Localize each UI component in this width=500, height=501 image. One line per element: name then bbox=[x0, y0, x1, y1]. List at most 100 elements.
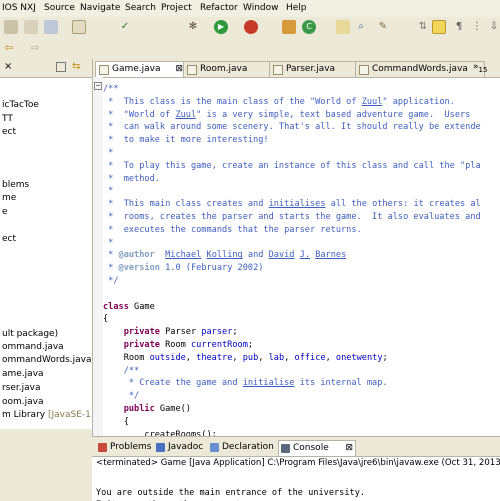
tree-item[interactable]: me bbox=[2, 193, 16, 203]
new-java-class-icon[interactable] bbox=[72, 20, 86, 34]
code-token: ; bbox=[247, 339, 254, 350]
search-icon[interactable]: ⌕ bbox=[354, 20, 368, 34]
code-token: David bbox=[268, 250, 295, 261]
code-token: J. bbox=[299, 250, 311, 261]
menu-item-navigate[interactable]: Navigate bbox=[80, 3, 120, 13]
source-code[interactable]: /** * This class is the main class of th… bbox=[103, 83, 500, 436]
tree-item-file[interactable]: ommandWords.java bbox=[2, 355, 92, 365]
tab-problems[interactable]: Problems bbox=[96, 440, 158, 455]
save-all-icon[interactable] bbox=[4, 20, 18, 34]
show-whitespace-icon[interactable]: ¶ bbox=[452, 20, 466, 34]
close-icon[interactable]: × bbox=[4, 61, 12, 72]
code-line: * This main class creates and initialise… bbox=[103, 198, 500, 211]
console-icon bbox=[281, 444, 290, 453]
code-token: lab bbox=[268, 352, 285, 363]
open-icon[interactable] bbox=[44, 20, 58, 34]
code-line: /** bbox=[103, 365, 500, 378]
close-icon[interactable]: ⊠ bbox=[175, 62, 183, 77]
code-line: * To play this game, create an instance … bbox=[103, 160, 500, 173]
tab-game-java[interactable]: Game.java ⊠ bbox=[95, 61, 187, 77]
code-token: , bbox=[258, 352, 269, 363]
menu-item-refactor[interactable]: Refactor bbox=[200, 3, 238, 13]
toggle-mark-occurrences-icon[interactable]: ⇅ bbox=[416, 20, 430, 34]
tree-item[interactable]: TT bbox=[2, 114, 13, 124]
tab-javadoc[interactable]: Javadoc bbox=[154, 440, 216, 455]
highlight-icon[interactable] bbox=[432, 20, 446, 34]
next-annotation-icon[interactable]: ⇩ bbox=[487, 20, 500, 34]
left-bottom-area bbox=[0, 429, 92, 500]
fold-icon[interactable]: − bbox=[94, 82, 102, 90]
package-explorer-header: × ⇆ bbox=[0, 59, 92, 78]
menu-item-source[interactable]: Source bbox=[44, 3, 75, 13]
tree-item-file[interactable]: oom.java bbox=[2, 397, 44, 407]
code-token: Room bbox=[103, 352, 150, 363]
tree-item-file[interactable]: ommand.java bbox=[2, 342, 64, 352]
external-tools-icon[interactable] bbox=[244, 20, 258, 34]
overflow-tabs[interactable]: »15 bbox=[473, 62, 487, 74]
code-token: , bbox=[325, 352, 336, 363]
code-token: onetwenty bbox=[335, 352, 383, 363]
tab-commandwords-java[interactable]: CommandWords.java bbox=[355, 61, 485, 77]
code-token: { bbox=[103, 416, 129, 427]
tree-item[interactable]: blems bbox=[2, 180, 29, 190]
code-token: * bbox=[103, 237, 114, 248]
new-package-icon[interactable] bbox=[282, 20, 296, 34]
console-output[interactable]: You are outside the main entrance of the… bbox=[96, 475, 365, 501]
checkmark-icon[interactable]: ✓ bbox=[118, 20, 132, 34]
code-line: * to make it more interesting! bbox=[103, 134, 500, 147]
menu-item-project[interactable]: Project bbox=[161, 3, 192, 13]
code-token: parser bbox=[201, 327, 233, 338]
link-with-editor-icon[interactable]: ⇆ bbox=[72, 61, 80, 72]
close-icon[interactable]: ⊠ bbox=[345, 441, 353, 456]
collapse-all-icon[interactable] bbox=[56, 62, 66, 72]
code-token: /** bbox=[123, 365, 140, 376]
open-type-icon[interactable] bbox=[336, 20, 350, 34]
code-token: ; bbox=[232, 327, 238, 338]
print-icon[interactable] bbox=[24, 20, 38, 34]
new-class-icon[interactable]: C bbox=[302, 20, 316, 34]
back-arrow-icon[interactable]: ⇦ bbox=[2, 41, 16, 55]
code-line: * rooms, creates the parser and starts t… bbox=[103, 211, 500, 224]
forward-arrow-icon[interactable]: ⇨ bbox=[28, 41, 42, 55]
package-explorer: × ⇆ icTacToe TT ect blems me e ect ult p… bbox=[0, 59, 93, 429]
library-version: [JavaSE-1.6] bbox=[47, 410, 92, 420]
code-token: , bbox=[284, 352, 295, 363]
run-icon[interactable]: ▶ bbox=[214, 20, 228, 34]
menu-item-search[interactable]: Search bbox=[125, 3, 156, 13]
tree-item[interactable]: ect bbox=[2, 234, 16, 244]
code-line: * Create the game and initialise its int… bbox=[103, 377, 500, 390]
code-token: " application. bbox=[382, 96, 455, 107]
tree-item-project[interactable]: icTacToe bbox=[2, 100, 39, 110]
tree-item-package[interactable]: ult package) bbox=[2, 329, 58, 339]
code-token: outside bbox=[149, 352, 186, 363]
block-selection-icon[interactable]: ⋮ bbox=[470, 20, 484, 34]
tree-item-library[interactable]: m Library [JavaSE-1.6] bbox=[2, 410, 92, 420]
tree-item[interactable]: ect bbox=[2, 127, 16, 137]
tab-declaration[interactable]: Declaration bbox=[208, 440, 288, 455]
code-token: theatre bbox=[196, 352, 233, 363]
code-token: class bbox=[103, 301, 129, 312]
code-token: Kolling bbox=[206, 250, 243, 261]
tab-console[interactable]: Console ⊠ bbox=[278, 440, 356, 456]
code-token: public bbox=[123, 403, 155, 414]
code-token: * To play this game, create an instance … bbox=[103, 160, 481, 171]
code-token: currentRoom bbox=[190, 339, 248, 350]
tree-item-file[interactable]: rser.java bbox=[2, 383, 41, 393]
code-token: " is a very simple, text based adventure… bbox=[196, 109, 471, 120]
tree-item-file[interactable]: ame.java bbox=[2, 369, 44, 379]
menu-item-help[interactable]: Help bbox=[286, 3, 307, 13]
code-token: ; bbox=[382, 352, 388, 363]
menu-item-window[interactable]: Window bbox=[243, 3, 279, 13]
code-token: * "World of bbox=[103, 109, 176, 120]
pen-icon[interactable]: ✎ bbox=[376, 20, 390, 34]
menu-item-ios-nxj[interactable]: IOS NXJ bbox=[2, 3, 36, 13]
code-token: * rooms, creates the parser and starts t… bbox=[103, 211, 481, 222]
code-line: * method. bbox=[103, 173, 500, 186]
tree-item[interactable]: e bbox=[2, 207, 8, 217]
tab-label: Problems bbox=[110, 442, 152, 452]
debug-icon[interactable]: ✻ bbox=[186, 20, 200, 34]
javadoc-icon bbox=[156, 443, 165, 452]
code-token: { bbox=[103, 314, 109, 325]
code-token: @version bbox=[118, 263, 160, 274]
